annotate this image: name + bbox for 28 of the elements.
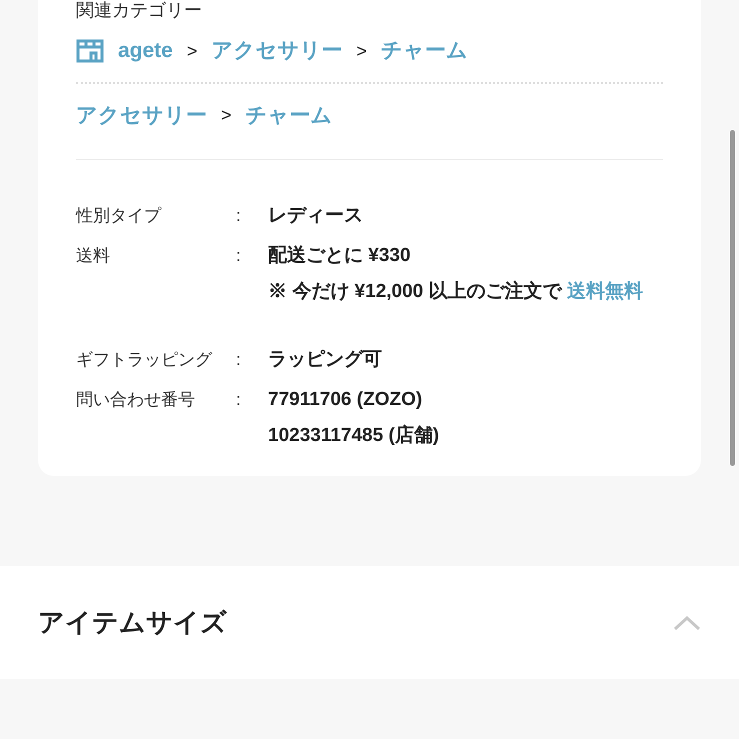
detail-label: ギフトラッピング bbox=[76, 349, 214, 371]
detail-colon: : bbox=[236, 245, 242, 267]
breadcrumb-link[interactable]: アクセサリー bbox=[211, 35, 342, 67]
detail-colon: : bbox=[236, 349, 242, 371]
chevron-up-icon[interactable] bbox=[673, 614, 701, 630]
free-shipping-link[interactable]: 送料無料 bbox=[566, 281, 643, 302]
accordion-title: アイテムサイズ bbox=[38, 606, 227, 639]
detail-value: 77911706 (ZOZO) bbox=[268, 388, 424, 412]
detail-colon: : bbox=[236, 205, 242, 227]
breadcrumb-separator: > bbox=[186, 40, 198, 62]
breadcrumb-link[interactable]: アクセサリー bbox=[76, 100, 207, 132]
shop-icon bbox=[76, 39, 104, 63]
detail-value: 配送ごとに ¥330 bbox=[268, 244, 412, 268]
detail-label: 性別タイプ bbox=[76, 205, 162, 227]
detail-label: 問い合わせ番号 bbox=[76, 389, 196, 411]
detail-label: 送料 bbox=[76, 245, 111, 267]
detail-value: ※ 今だけ ¥12,000 以上のご注文で 送料無料 bbox=[268, 280, 644, 304]
detail-value: ラッピング可 bbox=[268, 348, 383, 372]
breadcrumb-link[interactable]: agete bbox=[118, 35, 173, 67]
breadcrumb-link[interactable]: チャーム bbox=[246, 100, 333, 132]
breadcrumb-link[interactable]: チャーム bbox=[380, 35, 468, 67]
section-heading: 関連カテゴリー bbox=[76, 0, 203, 20]
breadcrumb-separator: > bbox=[356, 40, 367, 62]
detail-value: 10233117485 (店舗) bbox=[268, 424, 440, 448]
breadcrumb-separator: > bbox=[221, 104, 232, 127]
scrollbar-thumb[interactable] bbox=[730, 130, 735, 466]
detail-value: レディース bbox=[268, 204, 364, 228]
detail-colon: : bbox=[236, 389, 242, 411]
